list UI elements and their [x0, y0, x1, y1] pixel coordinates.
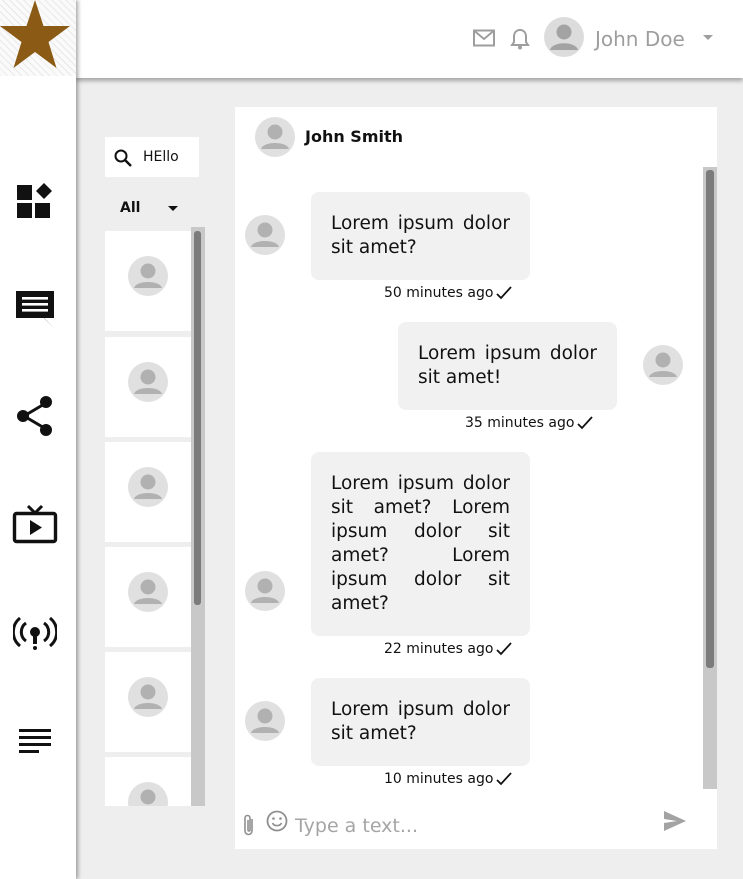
message-meta: 10 minutes ago [384, 771, 513, 787]
mail-icon[interactable] [473, 29, 495, 47]
bell-icon[interactable] [510, 28, 530, 50]
top-bar: John Doe [76, 0, 743, 78]
dashboard-widgets-icon[interactable] [12, 178, 58, 224]
message-bubble: Lorem ipsum dolor sit amet? [311, 678, 530, 766]
avatar [128, 572, 168, 612]
list-item[interactable] [105, 442, 191, 542]
chat-message-icon[interactable] [12, 285, 58, 331]
live-tv-icon[interactable] [12, 501, 58, 547]
message-meta: 22 minutes ago [384, 641, 513, 657]
message-meta: 35 minutes ago [465, 415, 594, 431]
chevron-down-icon[interactable] [168, 206, 178, 211]
emoji-icon[interactable] [266, 810, 288, 832]
conversation-list [105, 231, 205, 806]
message-input[interactable] [295, 813, 635, 839]
avatar [245, 215, 285, 255]
chevron-down-icon[interactable] [703, 35, 713, 40]
share-icon[interactable] [12, 393, 58, 439]
conversation-scrollbar-thumb[interactable] [194, 231, 201, 605]
broadcast-icon[interactable] [12, 610, 58, 656]
sidebar [0, 0, 76, 879]
chat-panel: John Smith Lorem ipsum dolor sit amet? 5… [235, 107, 717, 849]
message-meta: 50 minutes ago [384, 285, 513, 301]
message-time: 22 minutes ago [384, 641, 494, 657]
message-time: 35 minutes ago [465, 415, 575, 431]
search-icon [114, 149, 132, 167]
notes-lines-icon[interactable] [12, 718, 58, 764]
list-item[interactable] [105, 652, 191, 752]
check-icon [577, 416, 594, 430]
message-bubble: Lorem ipsum dolor sit amet? Lorem ipsum … [311, 452, 530, 636]
filter-dropdown[interactable]: All [120, 200, 140, 216]
search-input[interactable] [143, 147, 195, 167]
search-box [105, 137, 199, 177]
contact-avatar[interactable] [255, 117, 295, 157]
avatar [128, 677, 168, 717]
avatar [245, 571, 285, 611]
user-name[interactable]: John Doe [595, 27, 685, 51]
check-icon [496, 286, 513, 300]
avatar [128, 362, 168, 402]
avatar [128, 256, 168, 296]
check-icon [496, 772, 513, 786]
list-item[interactable] [105, 337, 191, 437]
logo[interactable] [0, 0, 76, 76]
list-item[interactable] [105, 547, 191, 647]
star-icon [0, 0, 70, 68]
send-icon[interactable] [663, 810, 687, 832]
contact-name[interactable]: John Smith [305, 127, 403, 146]
list-item[interactable] [105, 231, 191, 331]
list-item[interactable] [105, 757, 191, 806]
avatar [245, 701, 285, 741]
avatar [643, 345, 683, 385]
attachment-icon[interactable] [243, 813, 255, 837]
check-icon [496, 642, 513, 656]
message-bubble: Lorem ipsum dolor sit amet! [398, 322, 617, 410]
avatar [128, 782, 168, 806]
user-avatar[interactable] [544, 17, 584, 57]
message-time: 10 minutes ago [384, 771, 494, 787]
avatar [128, 467, 168, 507]
message-time: 50 minutes ago [384, 285, 494, 301]
message-bubble: Lorem ipsum dolor sit amet? [311, 192, 530, 280]
chat-scrollbar-thumb[interactable] [706, 170, 714, 668]
